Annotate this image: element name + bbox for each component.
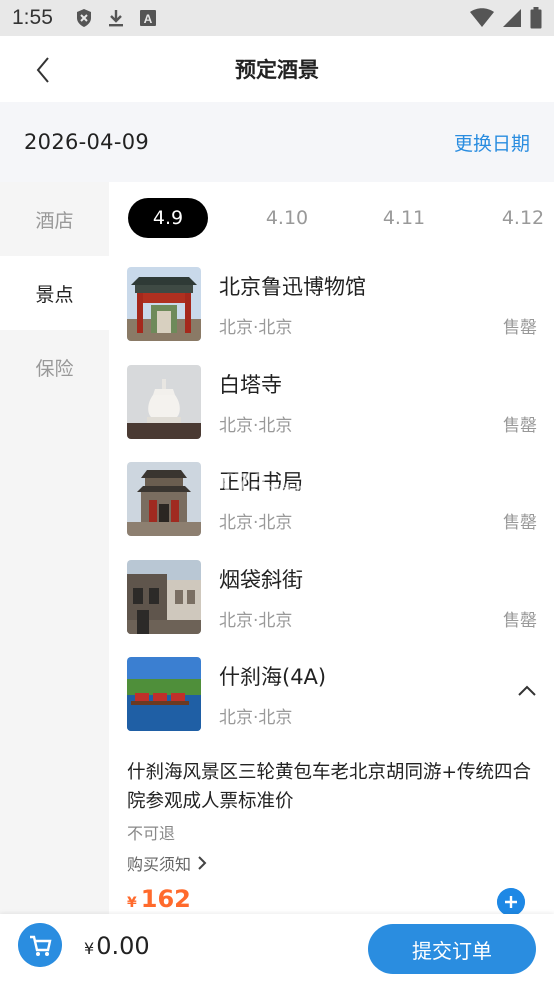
sidebar-item-hotel[interactable]: 酒店 (0, 182, 109, 256)
sidebar-item-insurance[interactable]: 保险 (0, 330, 109, 404)
list-item[interactable]: 什刹海(4A) 北京·北京 (127, 657, 537, 731)
spot-thumbnail (127, 657, 201, 731)
price-currency: ¥ (127, 895, 137, 911)
list-item[interactable]: 正阳书局 北京·北京 售罄 (127, 462, 537, 536)
chevron-right-icon (198, 856, 207, 870)
signal-icon (503, 9, 521, 27)
change-date-button[interactable]: 更换日期 (454, 129, 530, 156)
header: 预定酒景 (0, 36, 554, 102)
ticket-price: ¥162 (127, 885, 191, 913)
spot-thumbnail (127, 560, 201, 634)
back-arrow-icon[interactable] (28, 54, 60, 86)
spot-name: 北京鲁迅博物馆 (219, 275, 366, 299)
spot-thumbnail (127, 267, 201, 341)
spot-location: 北京·北京 (219, 416, 293, 436)
bottom-bar: ¥0.00 提交订单 (0, 914, 554, 984)
spot-thumbnail (127, 365, 201, 439)
spot-location: 北京·北京 (219, 611, 293, 631)
selected-date: 2026-04-09 (24, 130, 150, 154)
status-bar: 1:55 A (0, 0, 554, 36)
list-item[interactable]: 北京鲁迅博物馆 北京·北京 售罄 (127, 267, 537, 341)
chevron-up-icon[interactable] (517, 683, 537, 697)
spot-location: 北京·北京 (219, 708, 293, 728)
download-icon (108, 10, 123, 27)
cart-icon[interactable] (18, 923, 62, 967)
date-tab-4[interactable]: 4.12 (483, 198, 554, 238)
purchase-notice-link[interactable]: 购买须知 (127, 851, 207, 875)
cart-total: ¥0.00 (84, 932, 150, 960)
spot-location: 北京·北京 (219, 318, 293, 338)
spot-location: 北京·北京 (219, 513, 293, 533)
total-currency: ¥ (84, 939, 95, 958)
refund-note: 不可退 (127, 824, 176, 843)
submit-order-button[interactable]: 提交订单 (368, 924, 536, 974)
status-time: 1:55 (12, 6, 53, 29)
spot-name: 烟袋斜街 (219, 568, 303, 592)
watermark-logo: K73游戏之家 (212, 468, 316, 501)
font-icon: A (139, 10, 156, 26)
spot-name: 什刹海(4A) (219, 665, 327, 689)
list-item[interactable]: 烟袋斜街 北京·北京 售罄 (127, 560, 537, 634)
ticket-title: 什刹海风景区三轮黄包车老北京胡同游+传统四合院参观成人票标准价 (127, 762, 532, 812)
purchase-notice-label: 购买须知 (127, 855, 192, 874)
svg-text:A: A (144, 12, 153, 26)
list-item[interactable]: 白塔寺 北京·北京 售罄 (127, 365, 537, 439)
date-tab-2[interactable]: 4.10 (247, 198, 327, 238)
battery-icon (530, 7, 542, 29)
shield-icon (76, 9, 91, 27)
attractions-list: 4.9 4.10 4.11 4.12 北京鲁迅博物馆 北京·北京 售罄 白塔寺 … (109, 182, 554, 914)
date-tabs: 4.9 4.10 4.11 4.12 (109, 182, 554, 256)
spot-thumbnail (127, 462, 201, 536)
sold-out-label: 售罄 (503, 611, 537, 631)
sold-out-label: 售罄 (503, 416, 537, 436)
add-to-cart-button[interactable] (497, 888, 525, 914)
category-sidebar: 酒店 景点 保险 (0, 182, 109, 914)
date-tab-1[interactable]: 4.9 (128, 198, 208, 238)
page-title: 预定酒景 (235, 58, 319, 82)
total-amount: 0.00 (96, 932, 150, 960)
sold-out-label: 售罄 (503, 513, 537, 533)
wifi-icon (470, 8, 494, 27)
selected-date-row: 2026-04-09 更换日期 (0, 102, 554, 182)
sidebar-item-attractions[interactable]: 景点 (0, 256, 109, 330)
spot-name: 白塔寺 (219, 373, 282, 397)
date-tab-3[interactable]: 4.11 (364, 198, 444, 238)
sold-out-label: 售罄 (503, 318, 537, 338)
price-amount: 162 (140, 885, 191, 913)
